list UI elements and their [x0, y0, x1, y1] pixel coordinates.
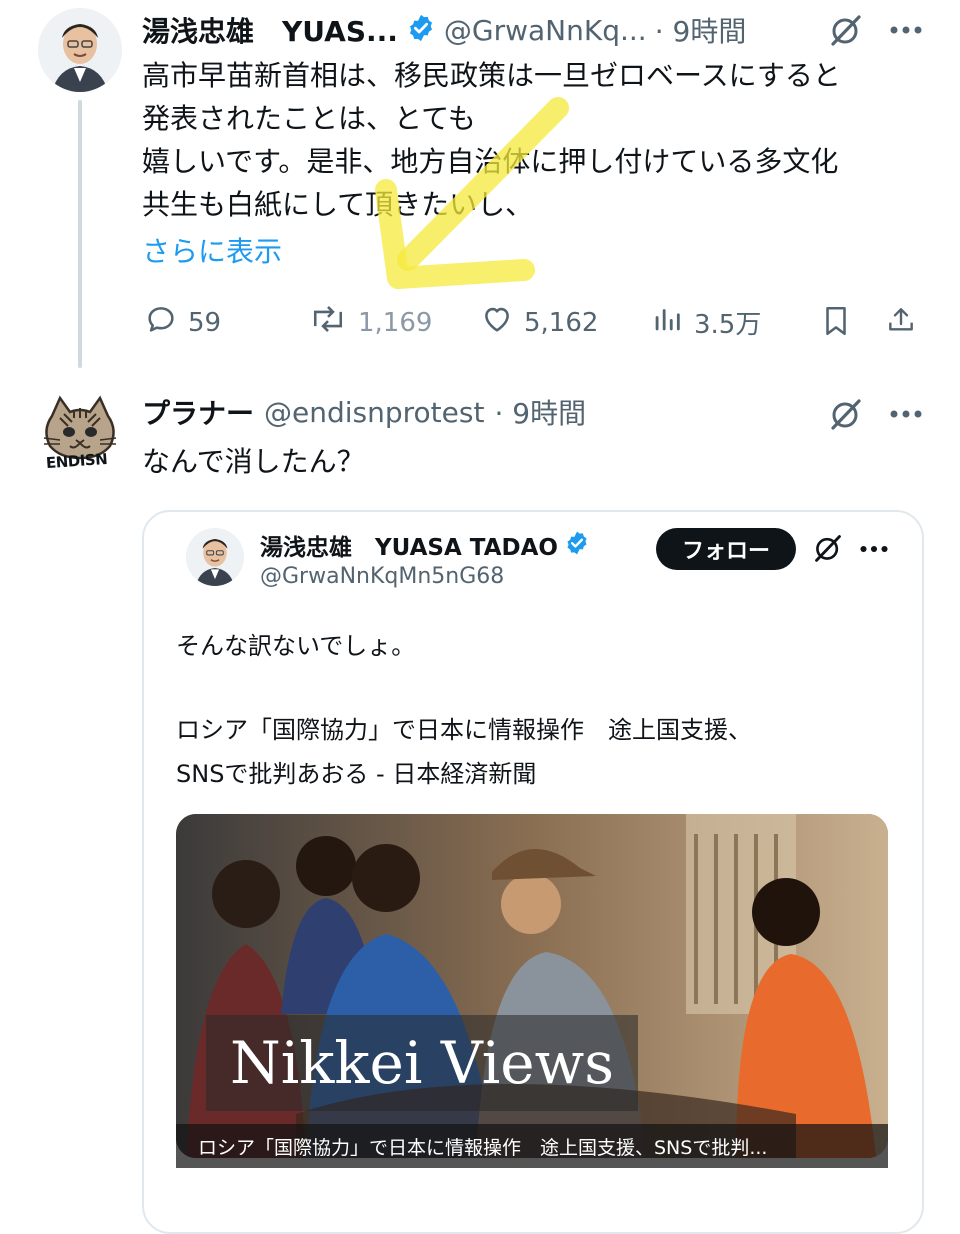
- thread-connector-line: [78, 100, 82, 368]
- reply-icon: [144, 302, 178, 343]
- tweet-header: 湯浅忠雄 YUAS... @GrwaNnKq... · 9時間: [142, 10, 882, 50]
- reply-author-avatar[interactable]: ENDISN: [34, 388, 126, 480]
- retweet-count: 1,169: [358, 307, 433, 338]
- grok-icon[interactable]: [826, 394, 866, 434]
- tweet-text-line: 発表されたことは、とても: [142, 102, 476, 135]
- headline-line: ロシア「国際協力」で日本に情報操作 途上国支援、: [176, 716, 752, 744]
- show-more-link[interactable]: さらに表示: [142, 230, 282, 270]
- reply-author-name[interactable]: プラナー: [142, 392, 254, 432]
- reply-author-handle[interactable]: @endisnprotest: [264, 396, 484, 429]
- tweet-text-line: 高市早苗新首相は、移民政策は一旦ゼロベースにすると: [142, 59, 841, 92]
- quoted-headline[interactable]: ロシア「国際協力」で日本に情報操作 途上国支援、 SNSで批判あおる - 日本経…: [176, 708, 896, 796]
- image-caption: ロシア「国際協力」で日本に情報操作 途上国支援、SNSで批判...: [176, 1124, 888, 1168]
- more-icon[interactable]: [884, 394, 928, 434]
- views-icon: [650, 302, 684, 343]
- like-button[interactable]: 5,162: [480, 302, 598, 343]
- headline-line: SNSで批判あおる - 日本経済新聞: [176, 760, 537, 788]
- tweet-time[interactable]: · 9時間: [655, 10, 747, 50]
- reply-time[interactable]: · 9時間: [494, 392, 586, 432]
- author-name[interactable]: 湯浅忠雄 YUAS...: [142, 10, 398, 50]
- views-count: 3.5万: [694, 310, 762, 340]
- follow-button[interactable]: フォロー: [656, 528, 796, 570]
- quoted-text: そんな訳ないでしょ。: [176, 632, 416, 660]
- quoted-author-name[interactable]: 湯浅忠雄 YUASA TADAO: [260, 528, 558, 562]
- retweet-button[interactable]: 1,169: [308, 302, 432, 343]
- bookmark-icon[interactable]: [818, 302, 854, 340]
- like-icon: [480, 302, 514, 343]
- author-avatar[interactable]: [38, 8, 122, 92]
- reply-button[interactable]: 59: [144, 302, 221, 343]
- reply-text: なんで消したん？: [142, 445, 365, 478]
- image-title-overlay: Nikkei Views: [206, 1015, 638, 1111]
- verified-badge-icon: [564, 530, 590, 560]
- tweet-text-line: 共生も白紙にして頂きたいし、: [142, 188, 534, 221]
- views-button[interactable]: 3.5万: [650, 302, 761, 343]
- more-icon[interactable]: [884, 10, 928, 50]
- grok-icon[interactable]: [810, 530, 846, 566]
- reply-count: 59: [188, 307, 222, 338]
- quoted-header: 湯浅忠雄 YUASA TADAO: [260, 528, 590, 562]
- share-icon[interactable]: [882, 300, 920, 340]
- grok-icon[interactable]: [826, 10, 866, 50]
- retweet-icon: [308, 302, 348, 343]
- tweet-text-line: 嬉しいです。是非、地方自治体に押し付けている多文化: [142, 145, 839, 178]
- verified-badge-icon: [406, 13, 436, 47]
- reply-header: プラナー @endisnprotest · 9時間: [142, 392, 802, 432]
- quoted-author-avatar[interactable]: [186, 528, 244, 586]
- author-handle[interactable]: @GrwaNnKq...: [444, 14, 647, 47]
- tweet-text: 高市早苗新首相は、移民政策は一旦ゼロベースにすると 発表されたことは、とても 嬉…: [142, 54, 932, 226]
- quoted-author-handle[interactable]: @GrwaNnKqMn5nG68: [260, 564, 504, 589]
- more-icon[interactable]: [856, 534, 892, 564]
- like-count: 5,162: [524, 307, 599, 338]
